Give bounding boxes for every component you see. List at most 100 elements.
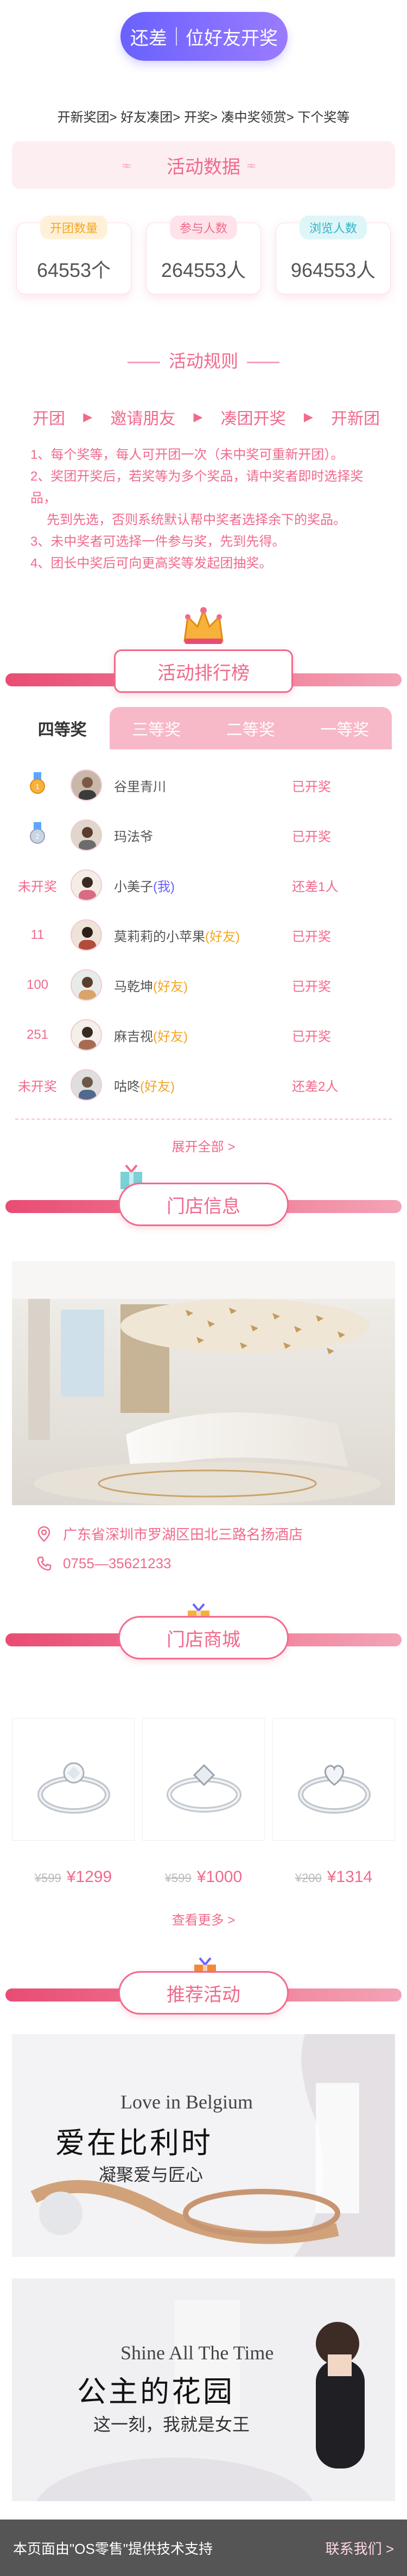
- product-grid: [12, 1718, 395, 1859]
- ranking-list: 1 谷里青川 已开奖 2 玛法爷 已开奖 未开奖 小美子(我) 还差1人 11 …: [15, 749, 392, 1102]
- banner-subtitle: 凝聚爱与匠心: [99, 2165, 204, 2184]
- product-card[interactable]: [12, 1718, 135, 1841]
- stat-value: 964553人: [290, 259, 376, 281]
- rules-steps: 开团 ▶ 邀请朋友 ▶ 凑团开奖 ▶ 开新团: [33, 405, 380, 429]
- wave-left-icon: ≈≈: [122, 160, 131, 172]
- recommend-title: 推荐活动: [118, 1971, 289, 2015]
- divider-line: [247, 362, 279, 364]
- ranking-row[interactable]: 251 麻吉视(好友) 已开奖: [15, 1010, 392, 1060]
- location-pin-icon: [37, 1526, 50, 1542]
- rule-item: 先到先选，否则系统默认帮中奖者选择余下的奖品。: [47, 513, 346, 527]
- ranking-row[interactable]: 11 莫莉莉的小苹果(好友) 已开奖: [15, 910, 392, 960]
- avatar: [71, 969, 102, 1001]
- product-card[interactable]: [142, 1718, 265, 1841]
- store-mall-title: 门店商城: [118, 1616, 289, 1659]
- draw-status: 已开奖: [292, 779, 331, 794]
- rule-item: 4、团长中奖后可向更高奖等发起团抽奖。: [30, 556, 272, 571]
- banner-cn-title: 公主的花园: [77, 2375, 234, 2409]
- banner-cn-title: 爱在比利时: [55, 2126, 213, 2160]
- stat-value: 264553人: [161, 259, 246, 281]
- banner-en-title: Love in Belgium: [120, 2091, 253, 2113]
- activity-data-title: 活动数据: [167, 156, 240, 178]
- draw-status: 已开奖: [292, 1029, 331, 1044]
- store-address-text: 广东省深圳市罗湖区田北三路名扬酒店: [63, 1526, 303, 1543]
- ranking-row[interactable]: 100 马乾坤(好友) 已开奖: [15, 960, 392, 1010]
- store-phone[interactable]: 0755—35621233: [36, 1555, 171, 1572]
- recommend-banner[interactable]: Love in Belgium 爱在比利时 凝聚爱与匠心: [12, 2034, 395, 2257]
- original-price: ¥599: [34, 1871, 61, 1885]
- sale-price: ¥1000: [196, 1868, 243, 1886]
- draw-status: 还差1人: [292, 879, 339, 894]
- draw-status: 还差2人: [292, 1079, 339, 1094]
- diamond-ring-image: [37, 1762, 110, 1814]
- diamond-ring-image: [167, 1764, 241, 1813]
- stat-label: 开团数量: [40, 216, 108, 239]
- recommend-banner[interactable]: Shine All The Time 公主的花园 这一刻，我就是女王: [12, 2278, 395, 2501]
- crown-icon: [183, 607, 224, 644]
- tab-third-prize[interactable]: 三等奖: [109, 707, 204, 749]
- me-tag: (我): [153, 879, 175, 894]
- tab-second-prize[interactable]: 二等奖: [204, 707, 298, 749]
- banner-en-title: Shine All The Time: [120, 2342, 274, 2364]
- rank-position: 未开奖: [18, 1079, 57, 1094]
- participant-name: 莫莉莉的小苹果(好友): [114, 929, 240, 944]
- stat-card-participants: 参与人数 264553人: [146, 216, 261, 294]
- divider: [15, 1119, 392, 1120]
- avatar: [71, 819, 102, 851]
- stat-card-views: 浏览人数 964553人: [276, 216, 391, 294]
- step-label: 开新团: [330, 410, 380, 428]
- ranking-row[interactable]: 未开奖 小美子(我) 还差1人: [15, 860, 392, 910]
- participant-name: 咕咚(好友): [114, 1079, 175, 1094]
- phone-icon: [37, 1556, 52, 1570]
- draw-status: 已开奖: [292, 829, 331, 844]
- avatar: [71, 1069, 102, 1101]
- rank-position: 100: [26, 977, 49, 992]
- flow-breadcrumb: 开新奖团> 好友凑团> 开奖> 凑中奖领赏> 下个奖等: [57, 110, 350, 125]
- product-card[interactable]: [272, 1718, 395, 1841]
- divider-line: [127, 362, 160, 364]
- rules-title: 活动规则: [168, 351, 238, 371]
- store-photo: [12, 1261, 395, 1505]
- rule-item: 1、每个奖等，每人可开团一次（未中奖可重新开团）。: [30, 447, 344, 462]
- price-row: ¥599 ¥1299 ¥599 ¥1000 ¥200 ¥1314: [12, 1868, 395, 1886]
- cta-divider: [176, 27, 177, 46]
- step-label: 开团: [33, 410, 65, 428]
- heart-ring-image: [298, 1765, 371, 1814]
- step-label: 凑团开奖: [220, 410, 286, 428]
- gold-medal-icon: 1: [30, 772, 45, 794]
- avatar: [71, 869, 102, 901]
- tab-fourth-prize[interactable]: 四等奖: [15, 707, 110, 749]
- footer-text: 本页面由"OS零售"提供技术支持: [13, 2540, 213, 2557]
- rule-item: 3、未中奖者可选择一件参与奖，先到先得。: [30, 534, 285, 549]
- rank-position: 2: [15, 822, 60, 849]
- original-price: ¥200: [295, 1871, 322, 1885]
- contact-us-link[interactable]: 联系我们 >: [326, 2538, 394, 2558]
- ranking-row[interactable]: 未开奖 咕咚(好友) 还差2人: [15, 1060, 392, 1110]
- view-more-link[interactable]: 查看更多 >: [0, 1909, 407, 1928]
- stat-card-groups: 开团数量 64553个: [16, 216, 131, 294]
- rules-list: 1、每个奖等，每人可开团一次（未中奖可重新开团）。 2、奖团开奖后，若奖等为多个…: [30, 444, 389, 574]
- svg-text:1: 1: [35, 782, 39, 791]
- step-label: 邀请朋友: [110, 410, 176, 428]
- svg-text:2: 2: [35, 832, 39, 841]
- ranking-row[interactable]: 1 谷里青川 已开奖: [15, 760, 392, 810]
- silver-medal-icon: 2: [30, 822, 45, 844]
- original-price: ¥599: [164, 1871, 192, 1885]
- product-price: ¥200 ¥1314: [272, 1868, 395, 1886]
- sale-price: ¥1314: [327, 1868, 373, 1886]
- avatar: [71, 769, 102, 801]
- invite-cta-button[interactable]: 还差 位好友开奖: [120, 12, 288, 61]
- participant-name: 小美子(我): [114, 879, 175, 894]
- stat-value: 64553个: [36, 259, 111, 281]
- rank-position: 11: [30, 927, 44, 942]
- play-arrow-icon: ▶: [303, 410, 313, 424]
- store-address[interactable]: 广东省深圳市罗湖区田北三路名扬酒店: [36, 1524, 303, 1544]
- participant-name: 马乾坤(好友): [114, 979, 188, 994]
- participant-name: 谷里青川: [114, 779, 166, 794]
- friend-tag: (好友): [205, 929, 240, 944]
- ranking-row[interactable]: 2 玛法爷 已开奖: [15, 810, 392, 860]
- friend-tag: (好友): [153, 1029, 188, 1044]
- tab-first-prize[interactable]: 一等奖: [297, 707, 392, 749]
- expand-all-link[interactable]: 展开全部 >: [0, 1136, 407, 1155]
- product-price: ¥599 ¥1299: [12, 1868, 135, 1886]
